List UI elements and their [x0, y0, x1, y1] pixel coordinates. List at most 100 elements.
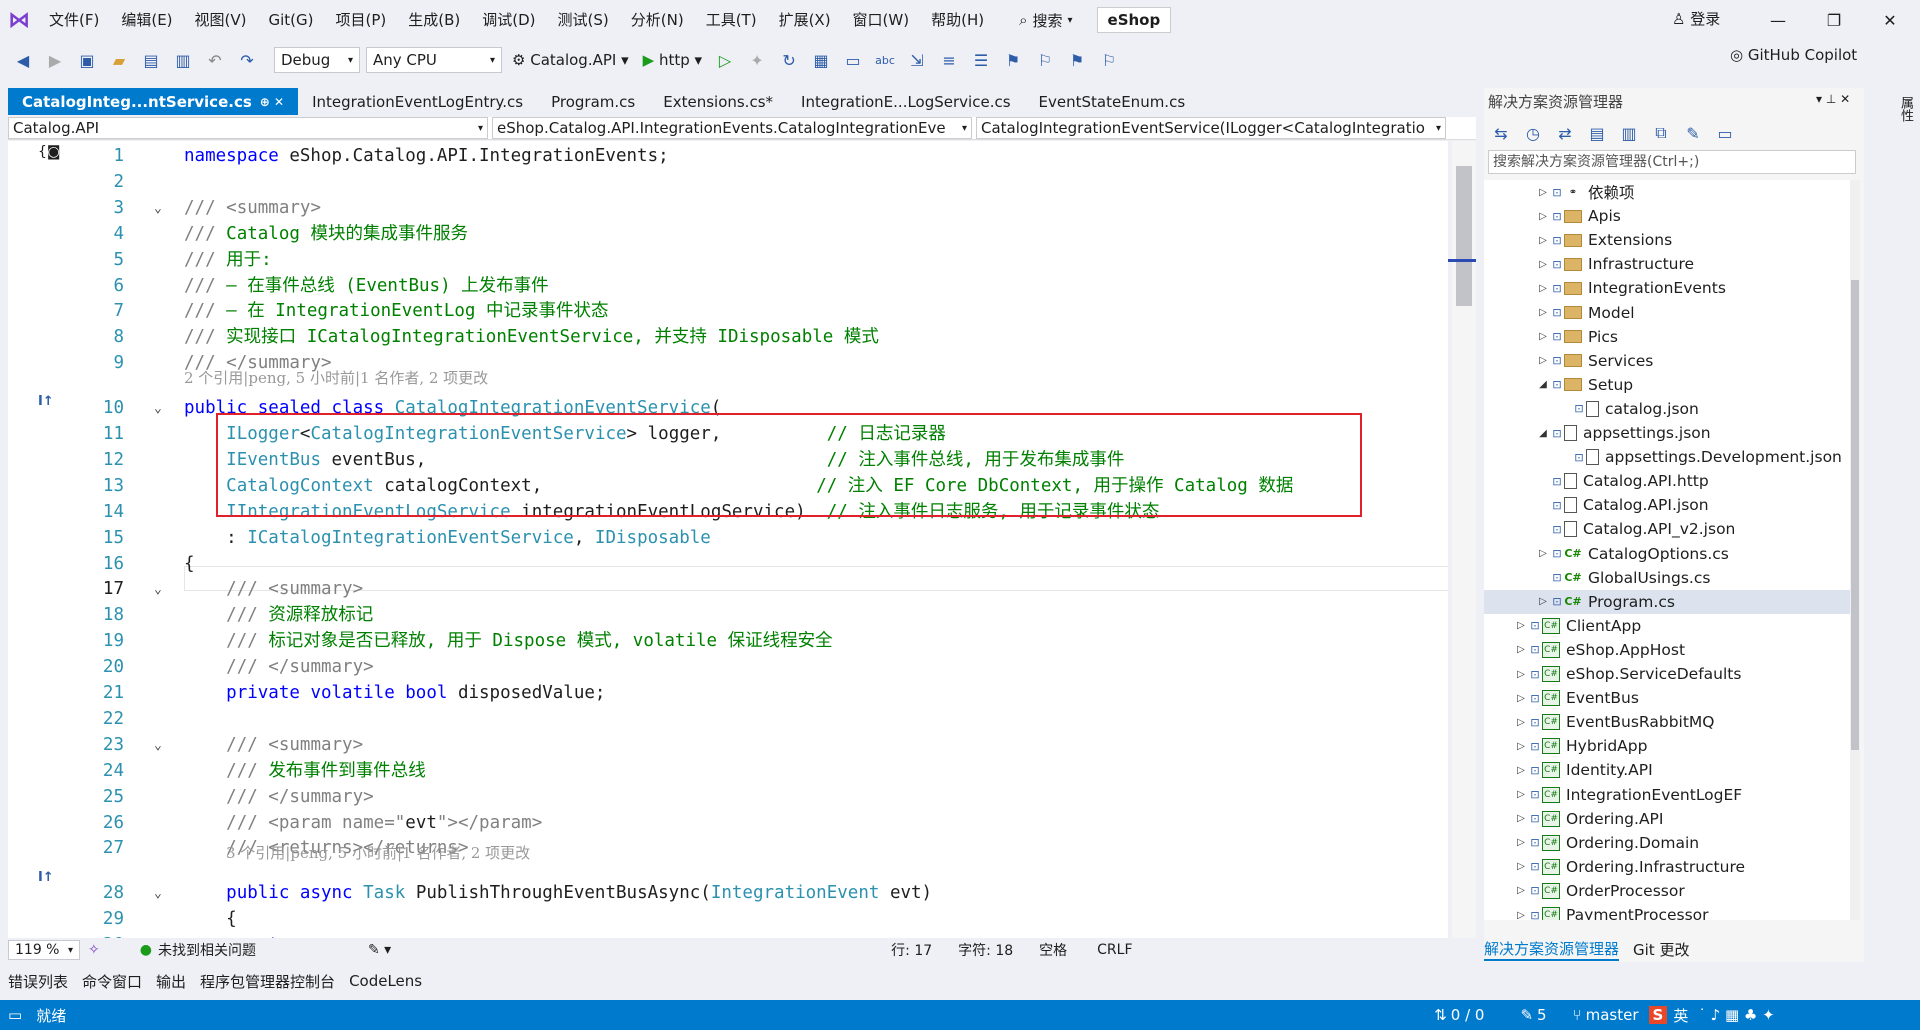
filter-icon[interactable]: ⧉	[1648, 120, 1674, 146]
minimize-button[interactable]: —	[1750, 0, 1806, 40]
expand-arrow-icon[interactable]: ▷	[1536, 596, 1550, 607]
startup-project-dropdown[interactable]: ⚙ Catalog.API ▾	[508, 51, 633, 69]
document-tab[interactable]: CatalogInteg...ntService.cs ⊕ ✕	[8, 88, 299, 115]
menu-item[interactable]: 窗口(W)	[842, 0, 921, 40]
tree-item[interactable]: ▷ ⊡ C# IntegrationEventLogEF	[1484, 783, 1860, 807]
solution-search-input[interactable]: 搜索解决方案资源管理器(Ctrl+;)	[1488, 150, 1856, 174]
brush-icon[interactable]: ✎ ▾	[368, 942, 391, 958]
bookmark-prev-icon[interactable]: ⚐	[1032, 47, 1058, 73]
tool-window-tab[interactable]: 程序包管理器控制台	[200, 971, 335, 992]
tree-item[interactable]: ▷ ⊡ ⚭ 依赖项	[1484, 180, 1860, 204]
hot-reload-icon[interactable]: ✦	[744, 47, 770, 73]
expand-arrow-icon[interactable]: ▷	[1536, 187, 1550, 198]
panel-options-icon[interactable]: ▾ ⊥ ✕	[1816, 92, 1850, 106]
codelens-info[interactable]: 2 个引用|peng, 5 小时前|1 名作者, 2 项更改	[184, 368, 488, 388]
document-tab[interactable]: IntegrationE...LogService.cs	[787, 88, 1025, 115]
project-dropdown[interactable]: Catalog.API ▾	[8, 117, 488, 139]
uncomment-icon[interactable]: ☰	[968, 47, 994, 73]
whitespace-indicator[interactable]: 空格	[1039, 940, 1067, 960]
fold-chevron-icon[interactable]: ⌄	[154, 396, 162, 421]
solution-explorer-tab[interactable]: 解决方案资源管理器	[1484, 938, 1620, 961]
tree-item[interactable]: ▷ ⊡ C# EventBus	[1484, 686, 1860, 710]
tree-item[interactable]: ▷ ⊡ Extensions	[1484, 228, 1860, 252]
bookmark-icon[interactable]: ⚑	[1000, 47, 1026, 73]
code-line[interactable]: 26 /// <param name="evt"></param>	[8, 811, 1448, 836]
redo-icon[interactable]: ↷	[234, 47, 260, 73]
code-line[interactable]: 2	[8, 170, 1448, 195]
codelens-info[interactable]: 3 个引用|peng, 5 小时前|1 名作者, 2 项更改	[226, 843, 530, 863]
expand-arrow-icon[interactable]: ▷	[1536, 235, 1550, 246]
login-button[interactable]: ♙ 登录	[1672, 8, 1720, 29]
configuration-dropdown[interactable]: Debug ▾	[274, 47, 360, 73]
tool-window-tab[interactable]: 命令窗口	[82, 971, 142, 992]
type-dropdown[interactable]: eShop.Catalog.API.IntegrationEvents.Cata…	[492, 117, 972, 139]
expand-arrow-icon[interactable]: ◢	[1536, 379, 1550, 390]
tree-item[interactable]: ◢ ⊡ appsettings.json	[1484, 421, 1860, 445]
expand-arrow-icon[interactable]: ▷	[1514, 789, 1528, 800]
tree-item[interactable]: ⊡ Catalog.API_v2.json	[1484, 517, 1860, 541]
menu-item[interactable]: 文件(F)	[38, 0, 110, 40]
tree-item[interactable]: ▷ ⊡ C# Identity.API	[1484, 758, 1860, 782]
menu-item[interactable]: 测试(S)	[547, 0, 620, 40]
tree-item[interactable]: ⊡ Catalog.API.json	[1484, 493, 1860, 517]
expand-arrow-icon[interactable]: ▷	[1536, 548, 1550, 559]
document-tab[interactable]: Program.cs	[537, 88, 649, 115]
code-line[interactable]: 29 {	[8, 907, 1448, 932]
tree-scrollbar-thumb[interactable]	[1851, 280, 1859, 750]
expand-arrow-icon[interactable]: ▷	[1514, 741, 1528, 752]
tree-item[interactable]: ▷ ⊡ Services	[1484, 349, 1860, 373]
code-line[interactable]: 5 /// 用于:	[8, 248, 1448, 273]
expand-arrow-icon[interactable]: ▷	[1536, 355, 1550, 366]
code-line[interactable]: 21 private volatile bool disposedValue;	[8, 681, 1448, 706]
code-line[interactable]: 15 : ICatalogIntegrationEventService, ID…	[8, 526, 1448, 551]
run-button[interactable]: ▶ http ▾	[639, 51, 706, 69]
tool-window-tab[interactable]: CodeLens	[349, 972, 422, 990]
menu-item[interactable]: 帮助(H)	[920, 0, 995, 40]
menu-item[interactable]: 项目(P)	[325, 0, 398, 40]
save-all-icon[interactable]: ▥	[170, 47, 196, 73]
code-line[interactable]: 22	[8, 707, 1448, 732]
solution-explorer-tab[interactable]: Git 更改	[1633, 939, 1689, 960]
code-line[interactable]: 8 /// 实现接口 ICatalogIntegrationEventServic…	[8, 325, 1448, 350]
document-tab[interactable]: Extensions.cs*	[649, 88, 787, 115]
tree-item[interactable]: ▷ ⊡ C# eShop.ServiceDefaults	[1484, 662, 1860, 686]
tree-item[interactable]: ⊡ catalog.json	[1484, 397, 1860, 421]
tree-item[interactable]: ▷ ⊡ Model	[1484, 301, 1860, 325]
tool-window-tab[interactable]: 错误列表	[8, 971, 68, 992]
tree-item[interactable]: ▷ ⊡ C# ClientApp	[1484, 614, 1860, 638]
expand-arrow-icon[interactable]: ▷	[1514, 620, 1528, 631]
menu-item[interactable]: 调试(D)	[471, 0, 546, 40]
menu-item[interactable]: 视图(V)	[184, 0, 258, 40]
expand-arrow-icon[interactable]: ▷	[1536, 331, 1550, 342]
tree-item[interactable]: ⊡ appsettings.Development.json	[1484, 445, 1860, 469]
tree-item[interactable]: ▷ ⊡ C# PaymentProcessor	[1484, 903, 1860, 920]
tree-item[interactable]: ▷ ⊡ C# CatalogOptions.cs	[1484, 542, 1860, 566]
tree-item[interactable]: ▷ ⊡ C# HybridApp	[1484, 734, 1860, 758]
menu-item[interactable]: 编辑(E)	[110, 0, 183, 40]
code-line[interactable]: 6 /// – 在事件总线 (EventBus) 上发布事件	[8, 274, 1448, 299]
column-indicator[interactable]: 字符: 18	[958, 940, 1013, 960]
preview-icon[interactable]: ▭	[1712, 120, 1738, 146]
code-line[interactable]: 27 /// <returns></returns>	[8, 836, 1448, 861]
menu-item[interactable]: Git(G)	[258, 0, 325, 40]
scrollbar-thumb[interactable]	[1456, 166, 1472, 306]
code-line[interactable]: 3 ⌄ /// <summary>	[8, 196, 1448, 221]
open-folder-icon[interactable]: ▰	[106, 47, 132, 73]
new-item-icon[interactable]: ▣	[74, 47, 100, 73]
zoom-dropdown[interactable]: 119 % ▾	[8, 940, 80, 960]
line-indicator[interactable]: 行: 17	[891, 940, 932, 960]
code-line[interactable]: 16 {	[8, 552, 1448, 577]
code-line[interactable]: 18 /// 资源释放标记	[8, 603, 1448, 628]
expand-arrow-icon[interactable]: ▷	[1514, 885, 1528, 896]
fold-chevron-icon[interactable]: ⌄	[154, 577, 162, 602]
expand-arrow-icon[interactable]: ▷	[1514, 813, 1528, 824]
fold-chevron-icon[interactable]: ⌄	[154, 881, 162, 906]
tree-item[interactable]: ▷ ⊡ Pics	[1484, 325, 1860, 349]
show-all-icon[interactable]: ▥	[1616, 120, 1642, 146]
expand-arrow-icon[interactable]: ▷	[1536, 307, 1550, 318]
expand-arrow-icon[interactable]: ▷	[1536, 211, 1550, 222]
close-tab-icon[interactable]: ⊕ ✕	[260, 95, 284, 109]
expand-arrow-icon[interactable]: ▷	[1514, 765, 1528, 776]
ime-mode[interactable]: 英	[1673, 1005, 1688, 1026]
expand-arrow-icon[interactable]: ▷	[1514, 669, 1528, 680]
